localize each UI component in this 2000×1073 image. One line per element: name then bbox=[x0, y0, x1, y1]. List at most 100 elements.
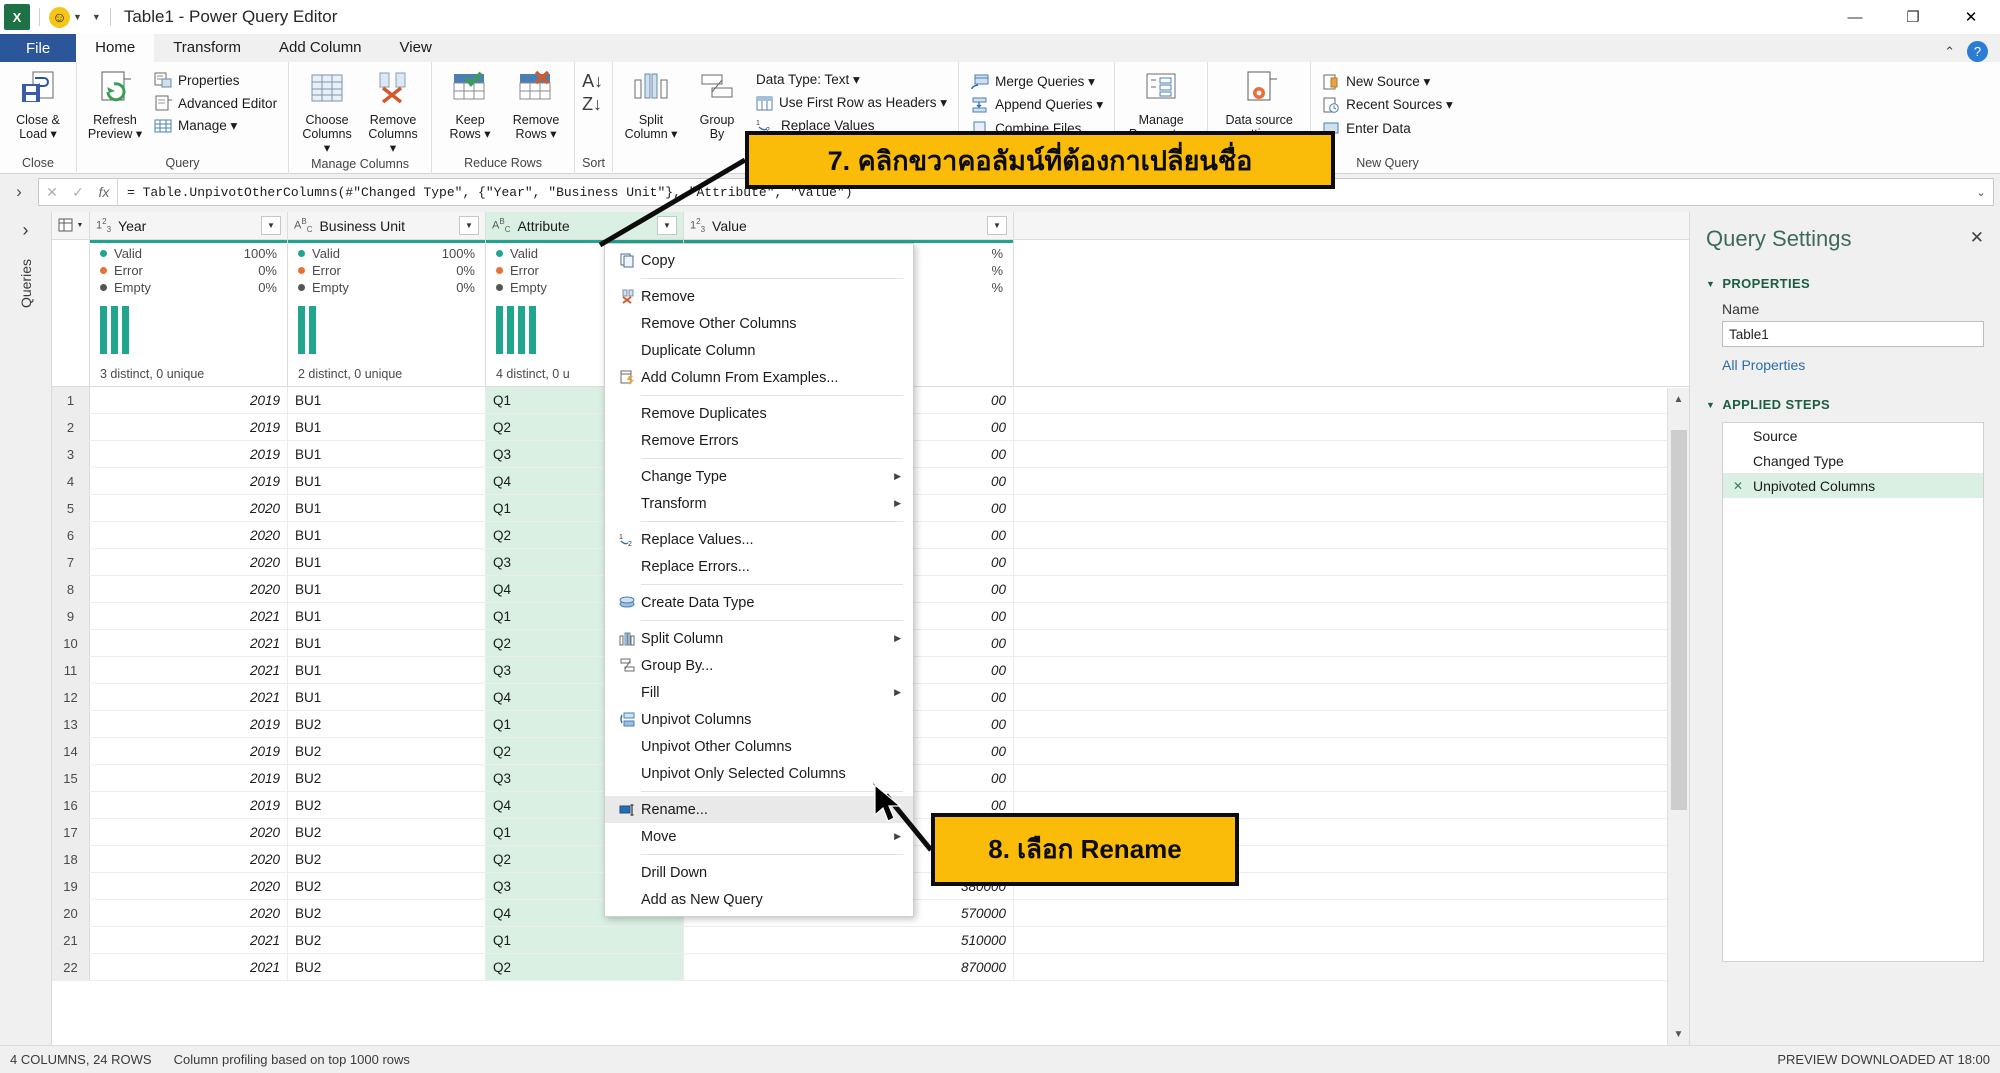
enter-data-button[interactable]: Enter Data bbox=[1318, 118, 1457, 138]
merge-queries-button[interactable]: Merge Queries ▾ bbox=[966, 72, 1107, 92]
queries-pane-collapsed[interactable]: › Queries bbox=[0, 212, 52, 1045]
cell-business-unit[interactable]: BU2 bbox=[288, 900, 486, 926]
menu-item-copy[interactable]: Copy bbox=[605, 247, 913, 274]
menu-item-remove-other-columns[interactable]: Remove Other Columns bbox=[605, 310, 913, 337]
menu-item-duplicate-column[interactable]: Duplicate Column bbox=[605, 337, 913, 364]
cell-year[interactable]: 2020 bbox=[90, 522, 288, 548]
close-button[interactable]: ✕ bbox=[1942, 0, 2000, 34]
query-name-input[interactable]: Table1 bbox=[1722, 321, 1984, 347]
column-filter-icon[interactable]: ▼ bbox=[657, 216, 677, 235]
cell-year[interactable]: 2021 bbox=[90, 684, 288, 710]
applied-step[interactable]: Source bbox=[1723, 423, 1983, 448]
tab-view[interactable]: View bbox=[381, 34, 451, 62]
scroll-up-icon[interactable]: ▲ bbox=[1668, 388, 1689, 410]
scrollbar-thumb[interactable] bbox=[1671, 430, 1687, 810]
menu-item-add-as-new-query[interactable]: Add as New Query bbox=[605, 886, 913, 913]
cell-year[interactable]: 2020 bbox=[90, 846, 288, 872]
column-header-attribute[interactable]: ABC Attribute ▼ bbox=[486, 212, 684, 239]
column-filter-icon[interactable]: ▼ bbox=[459, 216, 479, 235]
help-icon[interactable]: ? bbox=[1967, 41, 1988, 62]
recent-sources-button[interactable]: Recent Sources ▾ bbox=[1318, 95, 1457, 115]
cell-business-unit[interactable]: BU1 bbox=[288, 387, 486, 413]
qat-dropdown-icon[interactable]: ▼ bbox=[92, 12, 101, 22]
cell-business-unit[interactable]: BU1 bbox=[288, 549, 486, 575]
cell-year[interactable]: 2019 bbox=[90, 792, 288, 818]
column-filter-icon[interactable]: ▼ bbox=[987, 216, 1007, 235]
column-context-menu[interactable]: Copy RemoveRemove Other ColumnsDuplicate … bbox=[604, 243, 914, 917]
cell-business-unit[interactable]: BU2 bbox=[288, 846, 486, 872]
group-by-button[interactable]: GroupBy bbox=[686, 68, 748, 143]
applied-steps-section-header[interactable]: ▼ APPLIED STEPS bbox=[1706, 397, 1984, 412]
formula-cancel-icon[interactable]: ✕ bbox=[39, 184, 65, 201]
cell-year[interactable]: 2019 bbox=[90, 468, 288, 494]
cell-business-unit[interactable]: BU1 bbox=[288, 468, 486, 494]
menu-item-unpivot-columns[interactable]: Unpivot Columns bbox=[605, 706, 913, 733]
use-first-row-as-headers-button[interactable]: Use First Row as Headers ▾ bbox=[752, 93, 951, 113]
cell-business-unit[interactable]: BU1 bbox=[288, 684, 486, 710]
close-and-load-button[interactable]: Close &Load ▾ bbox=[7, 68, 69, 143]
cell-year[interactable]: 2019 bbox=[90, 765, 288, 791]
cell-year[interactable]: 2019 bbox=[90, 387, 288, 413]
applied-step[interactable]: Changed Type bbox=[1723, 448, 1983, 473]
data-type-button[interactable]: Data Type: Text ▾ bbox=[752, 70, 951, 90]
tab-file[interactable]: File bbox=[0, 34, 76, 62]
tab-home[interactable]: Home bbox=[76, 34, 154, 62]
cell-business-unit[interactable]: BU1 bbox=[288, 576, 486, 602]
cell-business-unit[interactable]: BU2 bbox=[288, 873, 486, 899]
cell-year[interactable]: 2020 bbox=[90, 819, 288, 845]
scroll-down-icon[interactable]: ▼ bbox=[1668, 1023, 1689, 1045]
cell-year[interactable]: 2021 bbox=[90, 954, 288, 980]
cell-business-unit[interactable]: BU2 bbox=[288, 927, 486, 953]
cell-year[interactable]: 2020 bbox=[90, 576, 288, 602]
cell-business-unit[interactable]: BU1 bbox=[288, 630, 486, 656]
menu-item-add-column-from-examples[interactable]: Add Column From Examples... bbox=[605, 364, 913, 391]
remove-rows-button[interactable]: RemoveRows ▾ bbox=[505, 68, 567, 143]
cell-business-unit[interactable]: BU1 bbox=[288, 495, 486, 521]
menu-item-remove[interactable]: Remove bbox=[605, 283, 913, 310]
column-filter-icon[interactable]: ▼ bbox=[261, 216, 281, 235]
column-header-business-unit[interactable]: ABC Business Unit ▼ bbox=[288, 212, 486, 239]
menu-item-rename[interactable]: Rename... bbox=[605, 796, 913, 823]
cell-business-unit[interactable]: BU2 bbox=[288, 711, 486, 737]
menu-item-replace-errors[interactable]: Replace Errors... bbox=[605, 553, 913, 580]
smiley-icon[interactable]: ☺ bbox=[49, 7, 70, 28]
cell-business-unit[interactable]: BU2 bbox=[288, 954, 486, 980]
append-queries-button[interactable]: Append Queries ▾ bbox=[966, 95, 1107, 115]
cell-business-unit[interactable]: BU1 bbox=[288, 414, 486, 440]
cell-business-unit[interactable]: BU1 bbox=[288, 657, 486, 683]
refresh-preview-button[interactable]: RefreshPreview ▾ bbox=[84, 68, 146, 143]
cell-year[interactable]: 2020 bbox=[90, 900, 288, 926]
choose-columns-button[interactable]: ChooseColumns ▾ bbox=[296, 68, 358, 157]
cell-year[interactable]: 2020 bbox=[90, 549, 288, 575]
cell-year[interactable]: 2019 bbox=[90, 738, 288, 764]
applied-step[interactable]: ✕Unpivoted Columns bbox=[1723, 473, 1983, 498]
menu-item-change-type[interactable]: Change Type▶ bbox=[605, 463, 913, 490]
sort-ascending-icon[interactable]: A↓ bbox=[582, 71, 603, 92]
cell-year[interactable]: 2021 bbox=[90, 630, 288, 656]
tab-transform[interactable]: Transform bbox=[154, 34, 260, 62]
collapse-arrow-icon[interactable]: ▼ bbox=[1706, 279, 1715, 289]
cell-business-unit[interactable]: BU2 bbox=[288, 738, 486, 764]
delete-step-icon[interactable]: ✕ bbox=[1733, 479, 1745, 493]
menu-item-unpivot-other-columns[interactable]: Unpivot Other Columns bbox=[605, 733, 913, 760]
menu-item-group-by[interactable]: Group By... bbox=[605, 652, 913, 679]
manage-button[interactable]: Manage ▾ bbox=[150, 116, 281, 136]
expand-queries-icon[interactable]: › bbox=[6, 182, 32, 202]
properties-section-header[interactable]: ▼ PROPERTIES bbox=[1706, 276, 1984, 291]
cell-business-unit[interactable]: BU1 bbox=[288, 522, 486, 548]
table-row[interactable]: 212021BU2Q1510000 bbox=[52, 927, 1689, 954]
cell-business-unit[interactable]: BU2 bbox=[288, 792, 486, 818]
cell-year[interactable]: 2019 bbox=[90, 414, 288, 440]
split-column-button[interactable]: SplitColumn ▾ bbox=[620, 68, 682, 143]
cell-business-unit[interactable]: BU1 bbox=[288, 441, 486, 467]
collapse-ribbon-icon[interactable]: ⌃ bbox=[1944, 44, 1955, 60]
menu-item-drill-down[interactable]: Drill Down bbox=[605, 859, 913, 886]
collapse-arrow-icon[interactable]: ▼ bbox=[1706, 400, 1715, 410]
formula-accept-icon[interactable]: ✓ bbox=[65, 184, 91, 201]
menu-item-remove-errors[interactable]: Remove Errors bbox=[605, 427, 913, 454]
menu-item-create-data-type[interactable]: Create Data Type bbox=[605, 589, 913, 616]
menu-item-replace-values[interactable]: 12Replace Values... bbox=[605, 526, 913, 553]
cell-business-unit[interactable]: BU1 bbox=[288, 603, 486, 629]
chevron-down-icon[interactable]: ▼ bbox=[77, 222, 84, 229]
sort-descending-icon[interactable]: Z↓ bbox=[582, 94, 602, 115]
